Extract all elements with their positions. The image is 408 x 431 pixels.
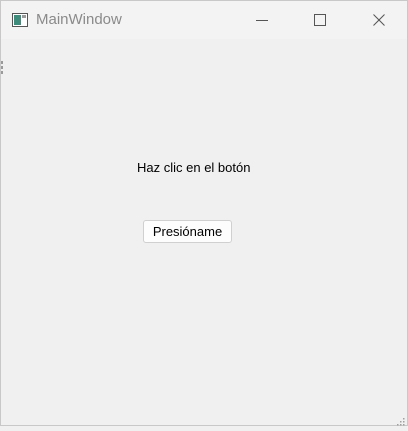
minimize-icon (256, 20, 268, 21)
minimize-button[interactable] (239, 1, 285, 39)
maximize-button[interactable] (297, 1, 343, 39)
title-bar[interactable]: MainWindow (1, 1, 407, 39)
press-me-button[interactable]: Presióname (143, 220, 232, 243)
resize-grip-icon[interactable] (395, 413, 405, 426)
main-window: MainWindow Haz clic en el botón Presióna… (0, 0, 408, 426)
window-title: MainWindow (36, 11, 122, 28)
close-button[interactable] (356, 1, 402, 39)
close-icon (373, 14, 385, 26)
central-widget: Haz clic en el botón Presióname (1, 39, 407, 425)
app-window-icon (12, 13, 28, 27)
instruction-label: Haz clic en el botón (137, 160, 251, 175)
maximize-icon (314, 14, 326, 26)
window-edge-mark (1, 61, 3, 75)
